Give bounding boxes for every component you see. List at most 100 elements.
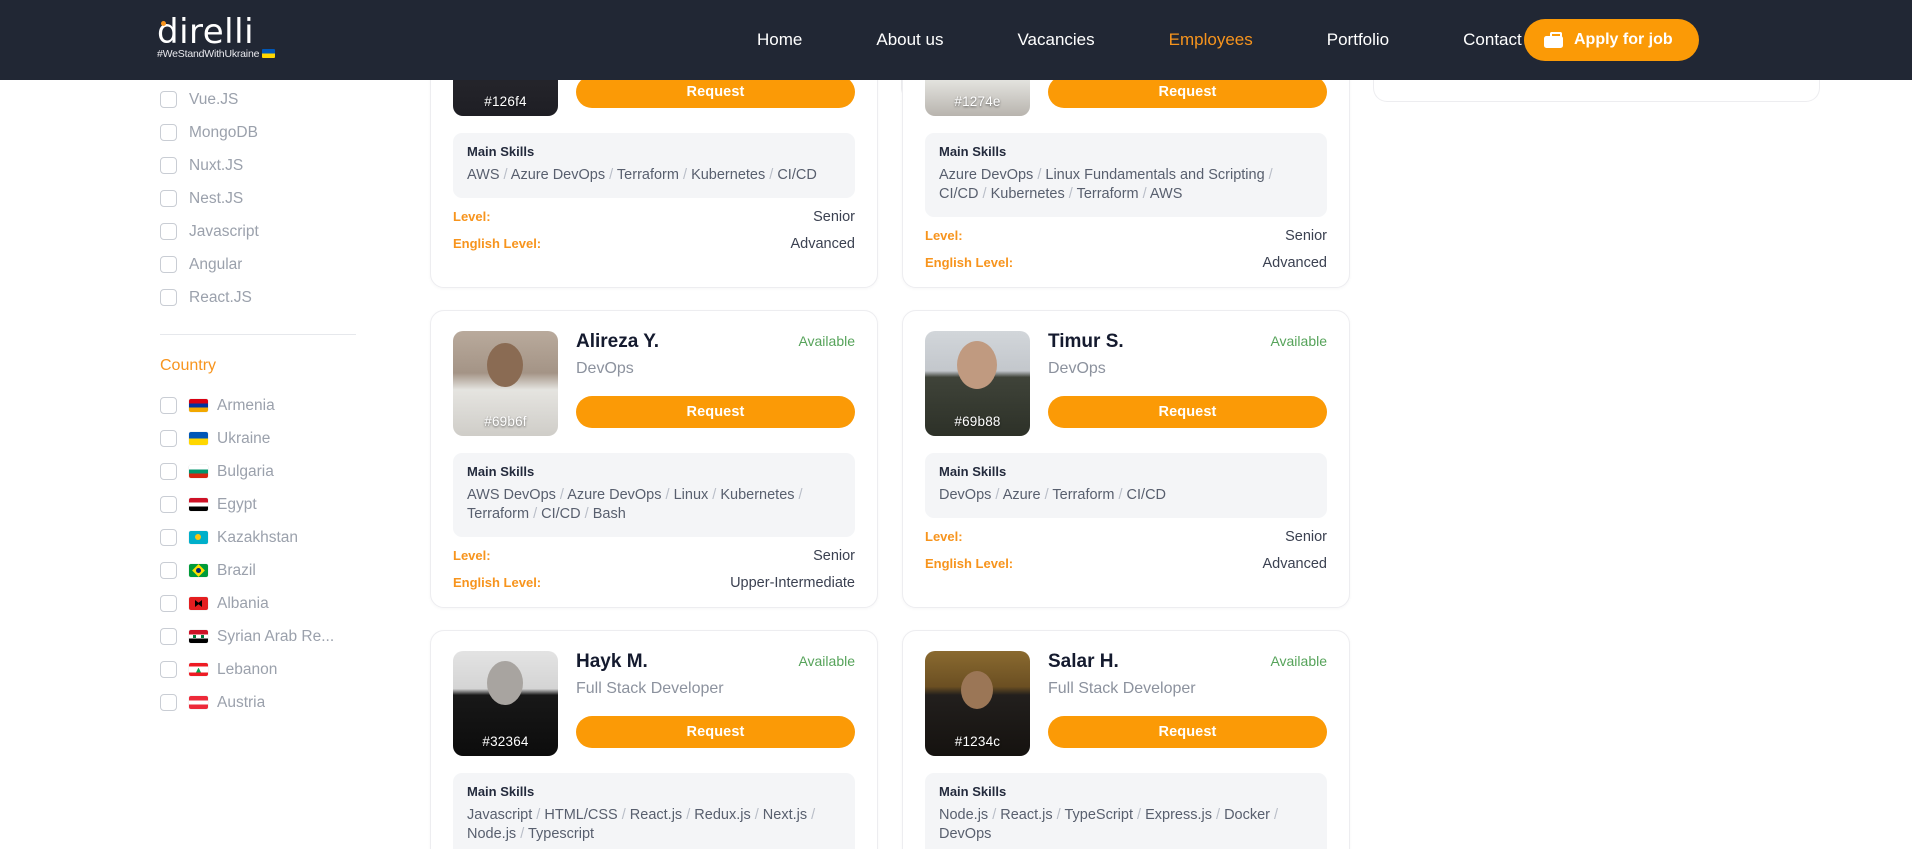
skill-separator: / xyxy=(661,487,674,503)
main-skills-list: Node.js / React.js / TypeScript / Expres… xyxy=(939,806,1313,844)
skill-separator: / xyxy=(807,807,816,823)
employee-avatar: #69b88 xyxy=(925,331,1030,436)
skill-tag: Azure DevOps xyxy=(510,167,606,183)
skill-tag: Javascript xyxy=(467,807,533,823)
request-button[interactable]: Request xyxy=(1048,396,1327,428)
checkbox-icon[interactable] xyxy=(160,91,177,108)
skill-tag: CI/CD xyxy=(1126,487,1167,503)
checkbox-icon[interactable] xyxy=(160,397,177,414)
request-button[interactable]: Request xyxy=(576,396,855,428)
checkbox-icon[interactable] xyxy=(160,223,177,240)
country-filter-row[interactable]: Armenia xyxy=(160,389,396,422)
employee-name-row: Alireza Y. Available xyxy=(576,331,855,353)
checkbox-icon[interactable] xyxy=(160,694,177,711)
skill-tag: Terraform xyxy=(1052,487,1115,503)
skill-filter-row[interactable]: Nuxt.JS xyxy=(160,149,396,182)
main-skills-list: Azure DevOps / Linux Fundamentals and Sc… xyxy=(939,166,1313,204)
employee-card[interactable]: #1274e Arman M. Available DevOps Request… xyxy=(902,80,1350,288)
level-value: Senior xyxy=(1285,228,1327,244)
skill-filter-row[interactable]: Angular xyxy=(160,248,396,281)
checkbox-icon[interactable] xyxy=(160,661,177,678)
country-filter-row[interactable]: Ukraine xyxy=(160,422,396,455)
country-filter-row[interactable]: Lebanon xyxy=(160,653,396,686)
skill-filter-row[interactable]: Nest.JS xyxy=(160,182,396,215)
level-row: Level: Senior xyxy=(925,529,1327,545)
request-button[interactable]: Request xyxy=(576,80,855,108)
skill-filter-row[interactable]: Javascript xyxy=(160,215,396,248)
request-button[interactable]: Request xyxy=(576,716,855,748)
employee-card-grid: #126f4 Anas R. Available DevOps Request … xyxy=(430,80,1820,849)
employee-card[interactable]: #32364 Hayk M. Available Full Stack Deve… xyxy=(430,630,878,849)
page-body: Data ScienceVue.JSMongoDBNuxt.JSNest.JSJ… xyxy=(0,80,1912,849)
nav-item-about-us[interactable]: About us xyxy=(839,30,980,50)
employee-card-header: #1234c Salar H. Available Full Stack Dev… xyxy=(925,651,1327,756)
checkbox-icon[interactable] xyxy=(160,463,177,480)
country-filter-label: Lebanon xyxy=(217,660,278,678)
status-badge: Available xyxy=(798,333,855,349)
country-filter-row[interactable]: Kazakhstan xyxy=(160,521,396,554)
employee-card[interactable]: #69b6f Alireza Y. Available DevOps Reque… xyxy=(430,310,878,608)
checkbox-icon[interactable] xyxy=(160,529,177,546)
skill-filter-row[interactable]: MongoDB xyxy=(160,116,396,149)
skill-separator: / xyxy=(682,807,695,823)
checkbox-icon[interactable] xyxy=(160,595,177,612)
briefcase-icon xyxy=(1544,32,1563,48)
checkbox-icon[interactable] xyxy=(160,157,177,174)
level-row: Level: Senior xyxy=(453,209,855,225)
nav-item-portfolio[interactable]: Portfolio xyxy=(1290,30,1426,50)
employee-avatar: #1234c xyxy=(925,651,1030,756)
site-header: direlli #WeStandWithUkraine Home About u… xyxy=(0,0,1912,80)
main-skills-box: Main Skills Javascript / HTML/CSS / Reac… xyxy=(453,773,855,849)
checkbox-icon[interactable] xyxy=(160,562,177,579)
employee-card[interactable]: #1234c Salar H. Available Full Stack Dev… xyxy=(902,630,1350,849)
checkbox-icon[interactable] xyxy=(160,628,177,645)
level-row: Level: Senior xyxy=(925,228,1327,244)
country-filter-row[interactable]: Brazil xyxy=(160,554,396,587)
site-logo[interactable]: direlli #WeStandWithUkraine xyxy=(157,14,337,60)
country-filter-row[interactable]: Egypt xyxy=(160,488,396,521)
country-filter-label: Syrian Arab Re... xyxy=(217,627,335,645)
nav-item-home[interactable]: Home xyxy=(720,30,839,50)
logo-dot-icon xyxy=(161,21,166,26)
checkbox-icon[interactable] xyxy=(160,256,177,273)
country-filter-row[interactable]: Austria xyxy=(160,686,396,719)
skill-filter-label: Vue.JS xyxy=(189,90,239,108)
skill-tag: AWS xyxy=(1149,186,1183,202)
country-filter-row[interactable]: Syrian Arab Re... xyxy=(160,620,396,653)
country-filter-row[interactable]: Albania xyxy=(160,587,396,620)
skill-tag: Typescript xyxy=(528,826,595,842)
employee-summary: Alireza Y. Available DevOps Request xyxy=(576,331,855,436)
skill-filter-row[interactable]: Vue.JS xyxy=(160,83,396,116)
skill-tag: Azure DevOps xyxy=(567,487,662,503)
skill-separator: / xyxy=(1114,487,1127,503)
employee-role: DevOps xyxy=(1048,360,1106,377)
skill-tag: Terraform xyxy=(1076,186,1139,202)
country-filter-label: Ukraine xyxy=(217,429,271,447)
checkbox-icon[interactable] xyxy=(160,496,177,513)
checkbox-icon[interactable] xyxy=(160,430,177,447)
request-button[interactable]: Request xyxy=(1048,716,1327,748)
employee-avatar: #69b6f xyxy=(453,331,558,436)
nav-item-vacancies[interactable]: Vacancies xyxy=(980,30,1131,50)
level-key: Level: xyxy=(925,228,963,243)
skill-separator: / xyxy=(678,167,692,183)
english-level-value: Upper-Intermediate xyxy=(730,575,855,591)
checkbox-icon[interactable] xyxy=(160,289,177,306)
skill-filter-row[interactable]: React.JS xyxy=(160,281,396,314)
employee-card[interactable]: #126f4 Anas R. Available DevOps Request … xyxy=(430,80,878,288)
country-filter-label: Armenia xyxy=(217,396,275,414)
request-button[interactable]: Request xyxy=(1048,80,1327,108)
checkbox-icon[interactable] xyxy=(160,190,177,207)
country-filter-row[interactable]: Bulgaria xyxy=(160,455,396,488)
nav-item-employees[interactable]: Employees xyxy=(1132,30,1290,50)
skill-filter-label: Nuxt.JS xyxy=(189,156,244,174)
main-skills-box: Main Skills AWS / Azure DevOps / Terrafo… xyxy=(453,133,855,198)
flag-albania-icon xyxy=(189,597,208,610)
skill-filter-label: Javascript xyxy=(189,222,259,240)
skill-tag: React.js xyxy=(629,807,683,823)
skill-separator: / xyxy=(617,807,630,823)
main-skills-list: AWS / Azure DevOps / Terraform / Kuberne… xyxy=(467,166,841,185)
checkbox-icon[interactable] xyxy=(160,124,177,141)
apply-for-job-button[interactable]: Apply for job xyxy=(1524,19,1699,61)
employee-card[interactable]: #69b88 Timur S. Available DevOps Request… xyxy=(902,310,1350,608)
